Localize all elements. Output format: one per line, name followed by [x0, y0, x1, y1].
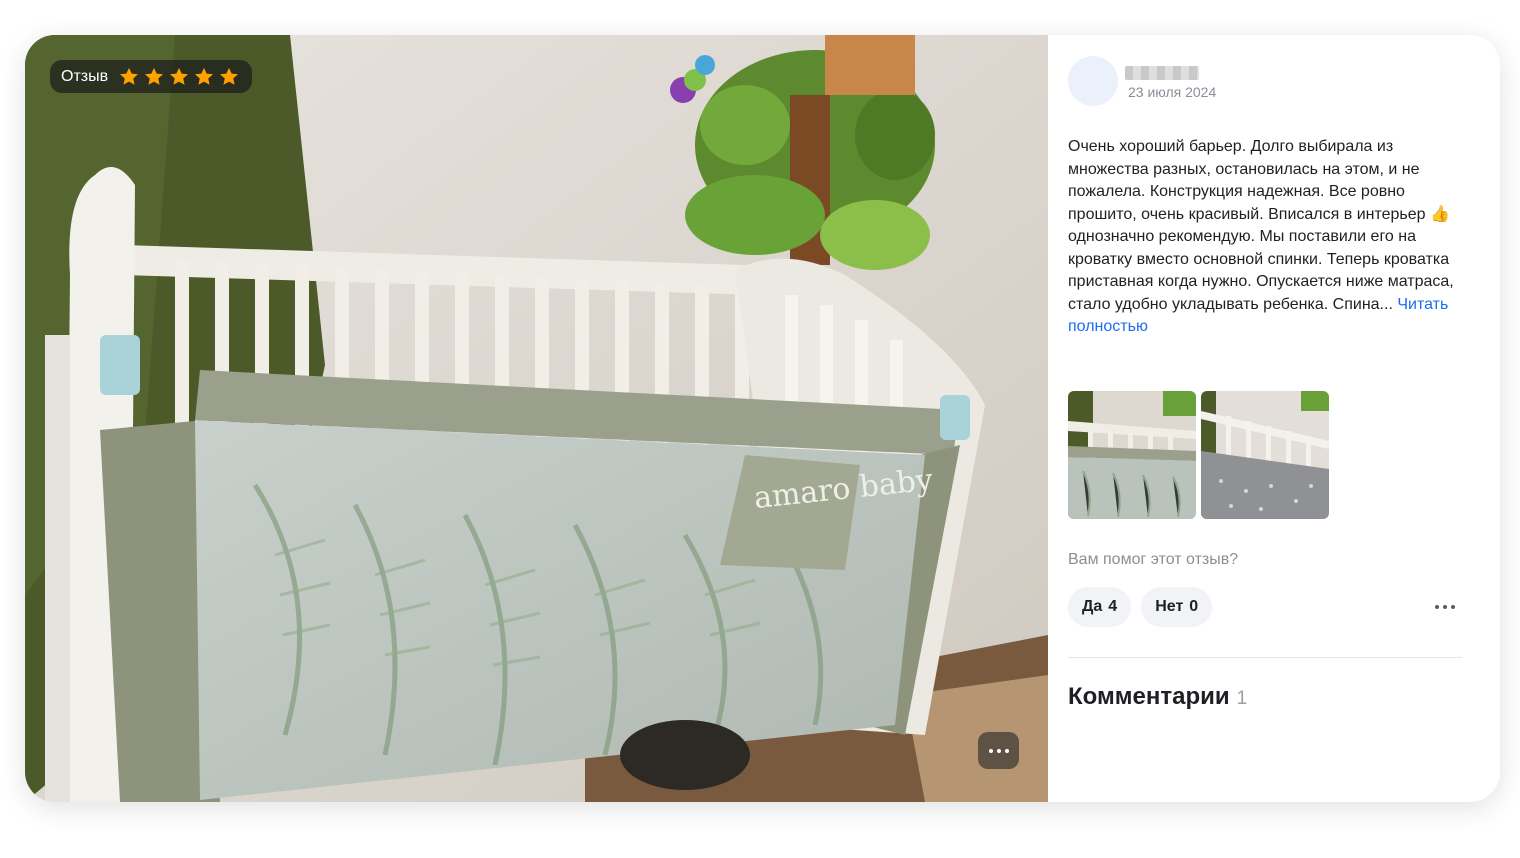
star-icon — [220, 67, 239, 85]
helpful-buttons: Да 4 Нет 0 — [1068, 587, 1213, 627]
more-actions-button[interactable] — [1430, 592, 1460, 622]
photo-thumbnail[interactable] — [1068, 391, 1196, 519]
comments-title: Комментарии — [1068, 683, 1230, 710]
star-icon — [120, 67, 139, 85]
helpful-question: Вам помог этот отзыв? — [1068, 551, 1239, 568]
dot-icon — [996, 748, 1001, 753]
helpful-no-label: Нет — [1155, 598, 1184, 615]
helpful-yes-count: 4 — [1108, 598, 1118, 615]
star-icon — [145, 67, 164, 85]
helpful-yes-button[interactable]: Да 4 — [1068, 587, 1132, 627]
review-card: amaro baby Отзыв 23 июля 2024 Очень хоро… — [25, 35, 1500, 802]
helpful-no-count: 0 — [1189, 598, 1199, 615]
avatar[interactable] — [1068, 56, 1118, 106]
dot-icon — [988, 748, 993, 753]
review-text: Очень хороший барьер. Долго выбирала из … — [1068, 136, 1460, 339]
helpful-yes-label: Да — [1082, 598, 1103, 615]
review-photo[interactable]: amaro baby Отзыв — [25, 35, 1048, 802]
star-icon — [195, 67, 214, 85]
review-date: 23 июля 2024 — [1128, 84, 1217, 100]
crib-photo-image: amaro baby — [25, 35, 1048, 802]
review-badge: Отзыв — [50, 60, 253, 93]
dot-icon — [1004, 748, 1009, 753]
dot-icon — [1451, 605, 1455, 609]
star-icon — [170, 67, 189, 85]
review-text-body: Очень хороший барьер. Долго выбирала из … — [1068, 138, 1454, 313]
dot-icon — [1443, 605, 1447, 609]
thumbnail-image — [1068, 391, 1196, 519]
photo-thumbnail[interactable] — [1201, 391, 1329, 519]
dot-icon — [1435, 605, 1439, 609]
rating-stars — [118, 66, 240, 88]
photo-more-button[interactable] — [978, 732, 1019, 769]
user-name-blurred — [1125, 66, 1199, 80]
divider — [1068, 657, 1462, 658]
comments-count: 1 — [1236, 688, 1248, 709]
review-side-panel: 23 июля 2024 Очень хороший барьер. Долго… — [1048, 35, 1500, 802]
review-thumbnails — [1068, 391, 1329, 519]
thumbnail-image — [1201, 391, 1329, 519]
comments-header: Комментарии 1 — [1068, 683, 1247, 711]
helpful-no-button[interactable]: Нет 0 — [1141, 587, 1213, 627]
review-badge-label: Отзыв — [61, 67, 109, 85]
